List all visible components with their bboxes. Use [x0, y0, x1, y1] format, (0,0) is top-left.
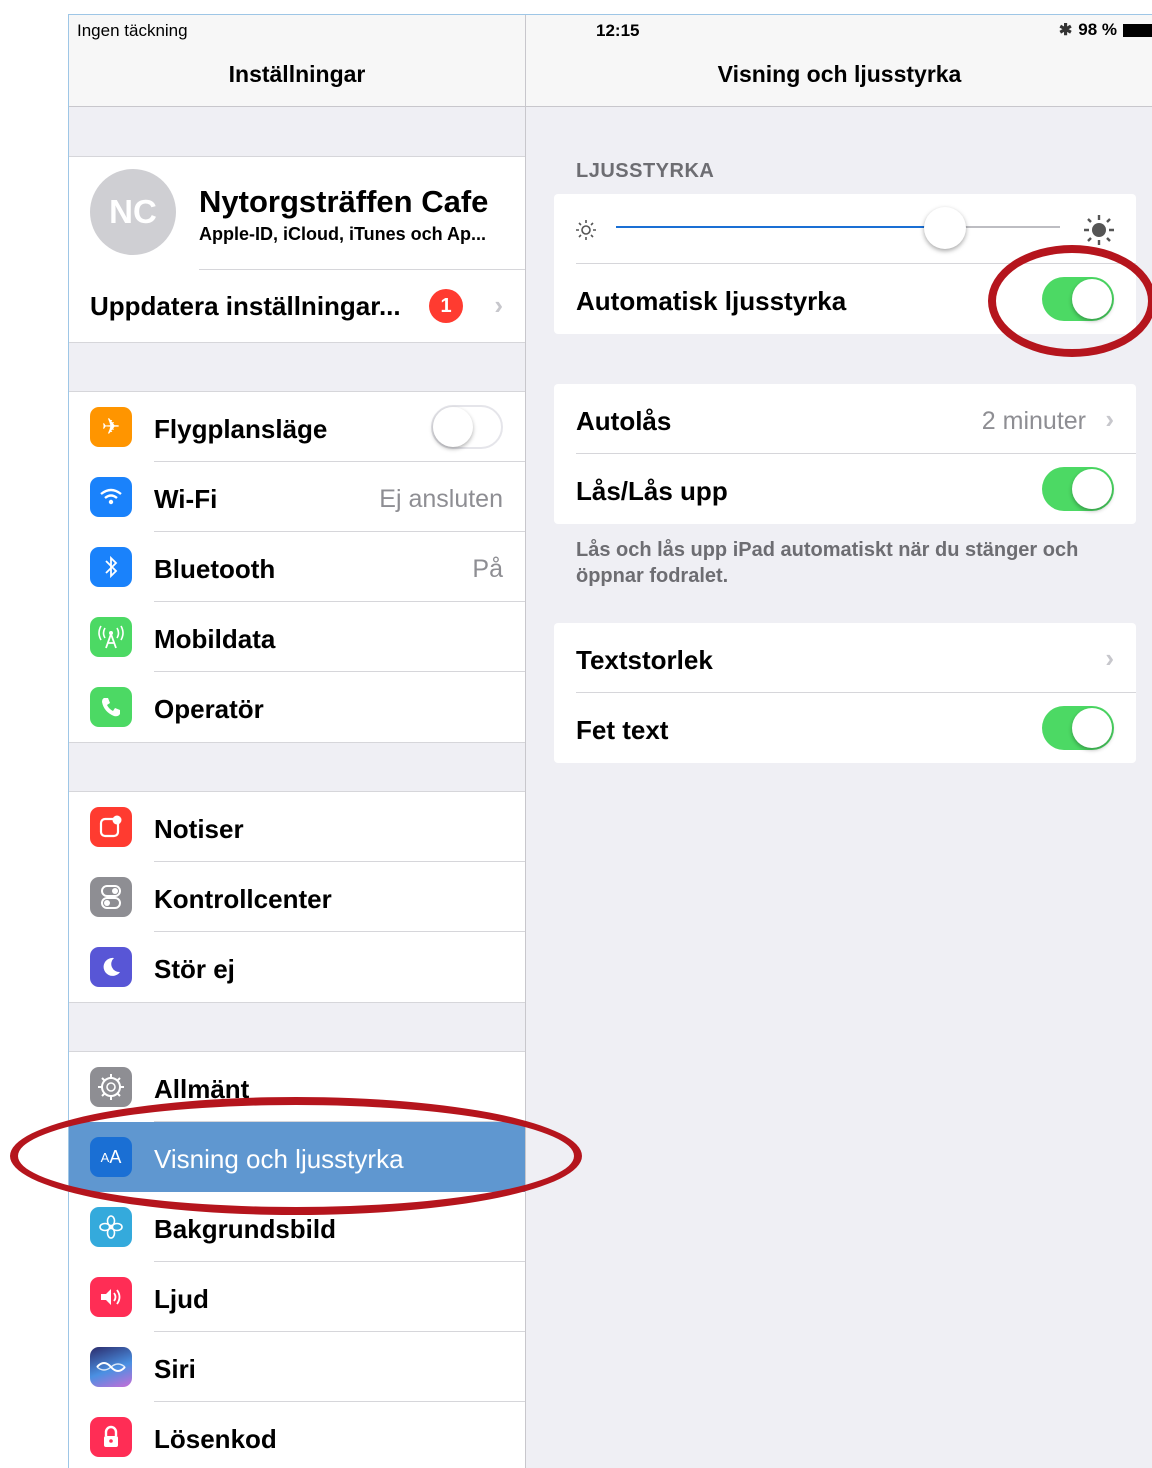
sidebar-item-display-brightness[interactable]: AA Visning och ljusstyrka	[69, 1122, 525, 1192]
sidebar-item-siri[interactable]: Siri	[69, 1332, 525, 1402]
sidebar-item-general[interactable]: Allmänt	[69, 1052, 525, 1122]
autolock-value: 2 minuter	[981, 407, 1086, 435]
gear-icon	[90, 1067, 132, 1107]
bold-text-toggle[interactable]	[1042, 706, 1114, 750]
lock-unlock-label: Lås/Lås upp	[576, 476, 728, 506]
brightness-slider[interactable]	[616, 226, 1060, 228]
bold-text-label: Fet text	[576, 715, 669, 745]
lock-card: Autolås 2 minuter › Lås/Lås upp	[554, 384, 1136, 524]
carrier-text: Ingen täckning	[77, 21, 188, 40]
brightness-card: Automatisk ljusstyrka	[554, 194, 1136, 334]
clock: 12:15	[596, 21, 640, 40]
sidebar-item-label: Operatör	[154, 694, 264, 724]
connectivity-group: ✈ Flygplansläge Wi-Fi Ej ansluten Blueto…	[69, 391, 525, 743]
sidebar-item-label: Mobildata	[154, 624, 276, 654]
apple-id-row[interactable]: NC Nytorgsträffen Cafe Apple-ID, iCloud,…	[69, 157, 525, 270]
sidebar-item-label: Stör ej	[154, 954, 235, 984]
profile-group: NC Nytorgsträffen Cafe Apple-ID, iCloud,…	[69, 156, 525, 343]
sidebar-item-wallpaper[interactable]: Bakgrundsbild	[69, 1192, 525, 1262]
sidebar-item-passcode[interactable]: Lösenkod	[69, 1402, 525, 1468]
sidebar-item-label: Ljud	[154, 1284, 209, 1314]
chevron-right-icon: ›	[1105, 643, 1114, 673]
bluetooth-status-icon: ✱	[1058, 22, 1073, 39]
lock-unlock-row: Lås/Lås upp	[554, 454, 1136, 524]
display-text-icon: AA	[90, 1137, 132, 1177]
sidebar-item-control-center[interactable]: Kontrollcenter	[69, 862, 525, 932]
update-settings-row[interactable]: Uppdatera inställningar... 1 ›	[69, 270, 525, 342]
status-right: ✱ 98 %	[1059, 20, 1152, 40]
autolock-label: Autolås	[576, 406, 672, 436]
avatar: NC	[90, 169, 176, 255]
update-settings-label: Uppdatera inställningar...	[90, 291, 401, 321]
sun-small-icon	[574, 218, 600, 244]
auto-brightness-toggle[interactable]	[1042, 277, 1114, 321]
wifi-icon	[90, 477, 132, 517]
profile-subtitle: Apple-ID, iCloud, iTunes och Ap...	[199, 224, 486, 244]
bluetooth-status: På	[472, 555, 503, 583]
bold-text-row: Fet text	[554, 693, 1136, 763]
phone-icon	[90, 687, 132, 727]
battery-percent: 98 %	[1078, 20, 1117, 39]
update-badge: 1	[429, 289, 463, 323]
sidebar-item-label: Kontrollcenter	[154, 884, 332, 914]
sidebar-item-notifications[interactable]: Notiser	[69, 792, 525, 862]
sidebar-item-do-not-disturb[interactable]: Stör ej	[69, 932, 525, 1002]
lock-icon	[90, 1417, 132, 1457]
sidebar-item-bluetooth[interactable]: Bluetooth På	[69, 532, 525, 602]
airplane-mode-toggle[interactable]	[431, 405, 503, 449]
siri-icon	[90, 1347, 132, 1387]
ipad-screen: Inställningar NC Nytorgsträffen Cafe App…	[68, 14, 1152, 1468]
general-group: Allmänt AA Visning och ljusstyrka Bakgru…	[69, 1051, 525, 1468]
brightness-section-header: LJUSSTYRKA	[576, 160, 715, 182]
sidebar-item-label: Bluetooth	[154, 554, 276, 584]
sidebar-item-wifi[interactable]: Wi-Fi Ej ansluten	[69, 462, 525, 532]
settings-sidebar: Inställningar NC Nytorgsträffen Cafe App…	[69, 15, 525, 1468]
sidebar-item-label: Wi-Fi	[154, 484, 218, 514]
sun-large-icon	[1082, 213, 1116, 247]
sidebar-item-label: Allmänt	[154, 1074, 250, 1104]
sidebar-title: Inställningar	[228, 61, 366, 87]
sidebar-item-label: Flygplansläge	[154, 414, 328, 444]
lock-unlock-toggle[interactable]	[1042, 467, 1114, 511]
sidebar-item-label: Visning och ljusstyrka	[154, 1144, 404, 1174]
chevron-right-icon: ›	[494, 290, 503, 320]
notifications-group: Notiser Kontrollcenter Stör ej	[69, 791, 525, 1003]
sidebar-item-label: Siri	[154, 1354, 196, 1384]
display-brightness-panel: Visning och ljusstyrka LJUSSTYRKA Automa…	[526, 15, 1152, 1468]
moon-icon	[90, 947, 132, 987]
cellular-icon	[90, 617, 132, 657]
autolock-row[interactable]: Autolås 2 minuter ›	[554, 384, 1136, 454]
bluetooth-icon	[90, 547, 132, 587]
sidebar-item-cellular[interactable]: Mobildata	[69, 602, 525, 672]
wifi-status: Ej ansluten	[379, 485, 503, 513]
control-center-icon	[90, 877, 132, 917]
sidebar-item-label: Notiser	[154, 814, 244, 844]
text-size-label: Textstorlek	[576, 645, 713, 675]
auto-brightness-label: Automatisk ljusstyrka	[576, 286, 847, 316]
text-size-row[interactable]: Textstorlek ›	[554, 623, 1136, 693]
notifications-icon	[90, 807, 132, 847]
brightness-slider-row	[554, 194, 1136, 264]
sidebar-item-sounds[interactable]: Ljud	[69, 1262, 525, 1332]
profile-name: Nytorgsträffen Cafe	[199, 184, 489, 219]
sidebar-item-airplane-mode[interactable]: ✈ Flygplansläge	[69, 392, 525, 462]
brightness-slider-thumb[interactable]	[923, 207, 966, 249]
battery-icon	[1123, 23, 1152, 37]
sidebar-item-carrier[interactable]: Operatör	[69, 672, 525, 742]
chevron-right-icon: ›	[1105, 404, 1114, 434]
wallpaper-flower-icon	[90, 1207, 132, 1247]
text-card: Textstorlek › Fet text	[554, 623, 1136, 763]
status-bar: Ingen täckning 12:15 ✱ 98 %	[69, 15, 1152, 45]
sidebar-item-label: Lösenkod	[154, 1424, 277, 1454]
detail-title: Visning och ljusstyrka	[717, 61, 962, 87]
sidebar-item-label: Bakgrundsbild	[154, 1214, 337, 1244]
auto-brightness-row: Automatisk ljusstyrka	[554, 264, 1136, 334]
speaker-icon	[90, 1277, 132, 1317]
lock-footer-text: Lås och lås upp iPad automatiskt när du …	[576, 539, 1079, 587]
airplane-icon: ✈	[90, 407, 132, 447]
